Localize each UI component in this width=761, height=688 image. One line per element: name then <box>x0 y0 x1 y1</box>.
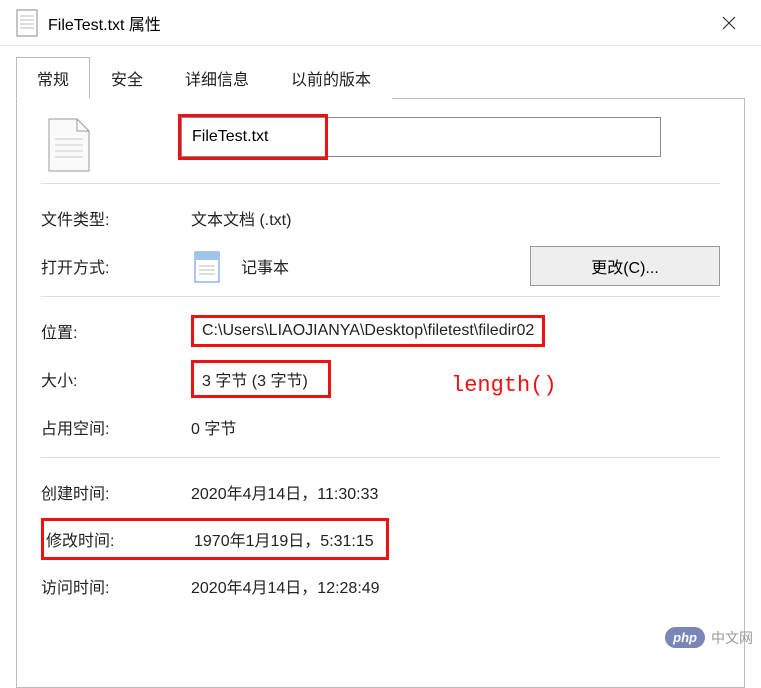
divider <box>41 183 720 184</box>
watermark-text: 中文网 <box>711 628 753 648</box>
tab-previous-versions[interactable]: 以前的版本 <box>270 57 392 99</box>
size-label: 大小: <box>41 367 191 391</box>
modified-value: 1970年1月19日，5:31:15 <box>194 527 374 551</box>
opens-with-app: 记事本 <box>241 254 289 278</box>
size-row: 大小: 3 字节 (3 字节) length() <box>41 359 720 399</box>
created-row: 创建时间: 2020年4月14日，11:30:33 <box>41 472 720 512</box>
filetype-label: 文件类型: <box>41 206 191 230</box>
size-on-disk-value: 0 字节 <box>191 415 236 439</box>
properties-panel: 文件类型: 文本文档 (.txt) 打开方式: 记事本 更改(C)... 位置:… <box>16 98 745 688</box>
tab-security[interactable]: 安全 <box>90 57 164 99</box>
titlebar: FileTest.txt 属性 <box>0 0 761 46</box>
opens-with-row: 打开方式: 记事本 更改(C)... <box>41 246 720 286</box>
size-value: 3 字节 (3 字节) <box>202 373 308 390</box>
window-title: FileTest.txt 属性 <box>48 11 161 35</box>
file-large-icon <box>47 117 91 173</box>
watermark: php 中文网 <box>665 627 753 648</box>
close-icon <box>722 16 736 30</box>
accessed-value: 2020年4月14日，12:28:49 <box>191 574 380 598</box>
location-value: C:\Users\LIAOJIANYA\Desktop\filetest\fil… <box>202 322 534 339</box>
divider <box>41 296 720 297</box>
filetype-value: 文本文档 (.txt) <box>191 206 291 230</box>
filename-row <box>41 117 720 173</box>
tab-general[interactable]: 常规 <box>16 57 90 99</box>
accessed-label: 访问时间: <box>41 574 191 598</box>
modified-label: 修改时间: <box>46 527 194 551</box>
modified-row: 修改时间: 1970年1月19日，5:31:15 <box>41 518 720 560</box>
annotation-length: length() <box>451 373 557 398</box>
highlight-modified: 修改时间: 1970年1月19日，5:31:15 <box>41 518 389 560</box>
php-badge: php <box>665 627 705 648</box>
location-row: 位置: C:\Users\LIAOJIANYA\Desktop\filetest… <box>41 311 720 351</box>
highlight-location: C:\Users\LIAOJIANYA\Desktop\filetest\fil… <box>191 315 545 347</box>
created-value: 2020年4月14日，11:30:33 <box>191 480 378 504</box>
accessed-row: 访问时间: 2020年4月14日，12:28:49 <box>41 566 720 606</box>
size-on-disk-label: 占用空间: <box>41 415 191 439</box>
filetype-row: 文件类型: 文本文档 (.txt) <box>41 198 720 238</box>
filename-input[interactable] <box>181 117 661 157</box>
size-on-disk-row: 占用空间: 0 字节 <box>41 407 720 447</box>
change-button[interactable]: 更改(C)... <box>530 246 720 286</box>
opens-with-label: 打开方式: <box>41 254 191 278</box>
created-label: 创建时间: <box>41 480 191 504</box>
close-button[interactable] <box>705 0 753 46</box>
notepad-icon <box>191 248 227 284</box>
file-icon <box>16 9 38 37</box>
divider <box>41 457 720 458</box>
location-label: 位置: <box>41 319 191 343</box>
tabs: 常规 安全 详细信息 以前的版本 <box>0 46 761 98</box>
tab-details[interactable]: 详细信息 <box>164 57 270 99</box>
highlight-size: 3 字节 (3 字节) <box>191 360 331 398</box>
